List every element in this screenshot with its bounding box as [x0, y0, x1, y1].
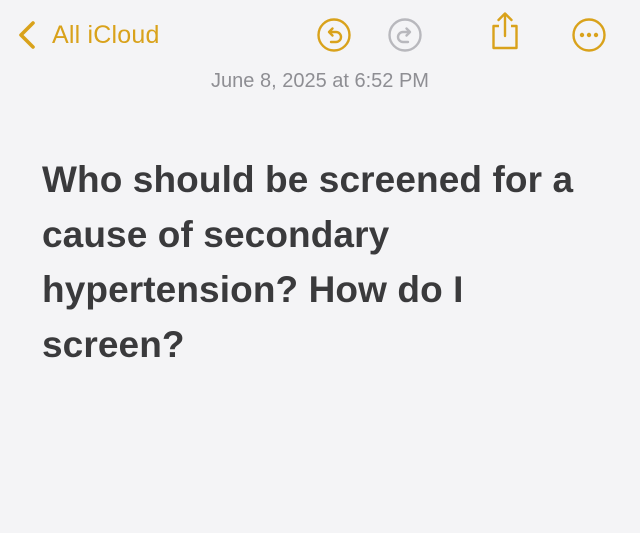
more-button[interactable] [570, 16, 608, 54]
redo-icon [388, 18, 422, 52]
navigation-toolbar: All iCloud [0, 0, 640, 70]
undo-button[interactable] [315, 16, 353, 54]
redo-button[interactable] [386, 16, 424, 54]
note-date: June 8, 2025 at 6:52 PM [211, 70, 429, 92]
chevron-left-icon [19, 21, 35, 49]
share-button[interactable] [486, 12, 524, 50]
note-title[interactable]: Who should be screened for a cause of se… [42, 152, 602, 372]
share-icon [492, 12, 518, 50]
back-button[interactable]: All iCloud [16, 14, 160, 56]
more-icon [572, 18, 606, 52]
back-button-label: All iCloud [52, 20, 160, 49]
undo-icon [317, 18, 351, 52]
